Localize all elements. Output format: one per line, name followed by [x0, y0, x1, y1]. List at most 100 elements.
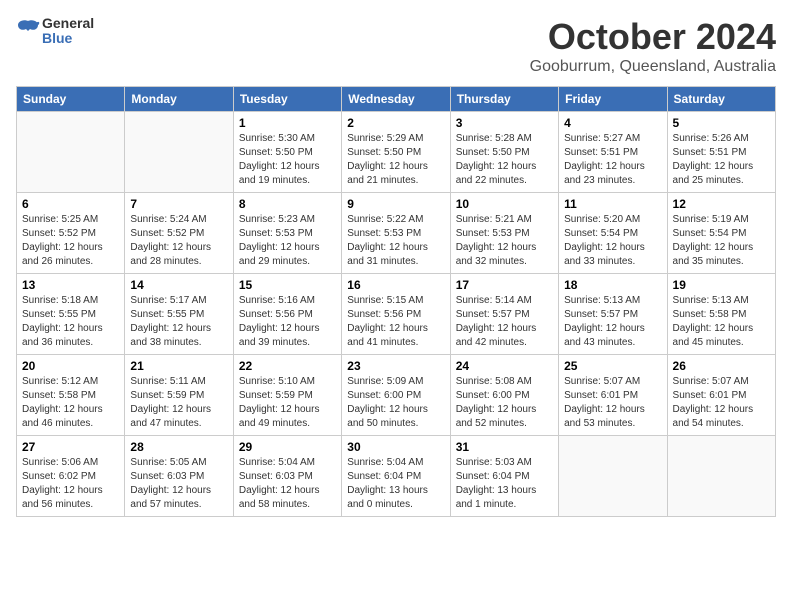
calendar-cell-w4-d0: 20 Sunrise: 5:12 AM Sunset: 5:58 PM Dayli… — [17, 355, 125, 436]
day-number: 27 — [22, 440, 119, 454]
calendar-cell-w1-d1 — [125, 112, 233, 193]
calendar-cell-w2-d4: 10 Sunrise: 5:21 AM Sunset: 5:53 PM Dayli… — [450, 193, 558, 274]
col-header-wednesday: Wednesday — [342, 87, 450, 112]
calendar-cell-w4-d6: 26Sunrise: 5:07 AM Sunset: 6:01 PM Dayli… — [667, 355, 775, 436]
month-title: October 2024 — [530, 16, 776, 58]
calendar-cell-w3-d4: 17Sunrise: 5:14 AM Sunset: 5:57 PM Dayli… — [450, 274, 558, 355]
day-detail: Sunrise: 5:15 AM Sunset: 5:56 PM Dayligh… — [347, 294, 444, 350]
day-detail: Sunrise: 5:18 AM Sunset: 5:55 PM Dayligh… — [22, 294, 119, 350]
calendar-cell-w4-d5: 25 Sunrise: 5:07 AM Sunset: 6:01 PM Dayli… — [559, 355, 667, 436]
calendar-cell-w1-d4: 3 Sunrise: 5:28 AM Sunset: 5:50 PM Daylig… — [450, 112, 558, 193]
col-header-tuesday: Tuesday — [233, 87, 341, 112]
day-detail: Sunrise: 5:04 AM Sunset: 6:03 PM Dayligh… — [239, 456, 336, 512]
calendar-cell-w2-d6: 12Sunrise: 5:19 AM Sunset: 5:54 PM Dayli… — [667, 193, 775, 274]
day-number: 14 — [130, 278, 227, 292]
day-detail: Sunrise: 5:05 AM Sunset: 6:03 PM Dayligh… — [130, 456, 227, 512]
day-number: 29 — [239, 440, 336, 454]
day-detail: Sunrise: 5:13 AM Sunset: 5:57 PM Dayligh… — [564, 294, 661, 350]
day-detail: Sunrise: 5:24 AM Sunset: 5:52 PM Dayligh… — [130, 213, 227, 269]
day-detail: Sunrise: 5:04 AM Sunset: 6:04 PM Dayligh… — [347, 456, 444, 512]
calendar-cell-w5-d6 — [667, 436, 775, 517]
day-number: 31 — [456, 440, 553, 454]
day-number: 10 — [456, 197, 553, 211]
calendar-cell-w4-d1: 21 Sunrise: 5:11 AM Sunset: 5:59 PM Dayli… — [125, 355, 233, 436]
day-number: 20 — [22, 359, 119, 373]
calendar-cell-w1-d0 — [17, 112, 125, 193]
day-detail: Sunrise: 5:08 AM Sunset: 6:00 PM Dayligh… — [456, 375, 553, 431]
day-number: 22 — [239, 359, 336, 373]
day-detail: Sunrise: 5:16 AM Sunset: 5:56 PM Dayligh… — [239, 294, 336, 350]
col-header-friday: Friday — [559, 87, 667, 112]
calendar-cell-w3-d5: 18 Sunrise: 5:13 AM Sunset: 5:57 PM Dayli… — [559, 274, 667, 355]
calendar-header-row: SundayMondayTuesdayWednesdayThursdayFrid… — [17, 87, 776, 112]
day-number: 4 — [564, 116, 661, 130]
calendar-cell-w1-d6: 5Sunrise: 5:26 AM Sunset: 5:51 PM Daylig… — [667, 112, 775, 193]
day-number: 18 — [564, 278, 661, 292]
calendar-cell-w2-d3: 9 Sunrise: 5:22 AM Sunset: 5:53 PM Daylig… — [342, 193, 450, 274]
day-number: 17 — [456, 278, 553, 292]
col-header-sunday: Sunday — [17, 87, 125, 112]
week-row-5: 27 Sunrise: 5:06 AM Sunset: 6:02 PM Dayli… — [17, 436, 776, 517]
calendar-cell-w3-d2: 15 Sunrise: 5:16 AM Sunset: 5:56 PM Dayli… — [233, 274, 341, 355]
day-detail: Sunrise: 5:28 AM Sunset: 5:50 PM Dayligh… — [456, 132, 553, 188]
day-detail: Sunrise: 5:06 AM Sunset: 6:02 PM Dayligh… — [22, 456, 119, 512]
calendar-table: SundayMondayTuesdayWednesdayThursdayFrid… — [16, 86, 776, 517]
day-detail: Sunrise: 5:07 AM Sunset: 6:01 PM Dayligh… — [673, 375, 770, 431]
day-number: 9 — [347, 197, 444, 211]
logo-general-text: General — [42, 16, 94, 31]
page-header: General Blue October 2024 Gooburrum, Que… — [16, 16, 776, 76]
calendar-cell-w2-d5: 11 Sunrise: 5:20 AM Sunset: 5:54 PM Dayli… — [559, 193, 667, 274]
calendar-cell-w3-d3: 16 Sunrise: 5:15 AM Sunset: 5:56 PM Dayli… — [342, 274, 450, 355]
calendar-cell-w3-d6: 19Sunrise: 5:13 AM Sunset: 5:58 PM Dayli… — [667, 274, 775, 355]
day-number: 23 — [347, 359, 444, 373]
day-detail: Sunrise: 5:09 AM Sunset: 6:00 PM Dayligh… — [347, 375, 444, 431]
day-detail: Sunrise: 5:27 AM Sunset: 5:51 PM Dayligh… — [564, 132, 661, 188]
col-header-monday: Monday — [125, 87, 233, 112]
day-detail: Sunrise: 5:19 AM Sunset: 5:54 PM Dayligh… — [673, 213, 770, 269]
day-detail: Sunrise: 5:03 AM Sunset: 6:04 PM Dayligh… — [456, 456, 553, 512]
calendar-cell-w5-d3: 30 Sunrise: 5:04 AM Sunset: 6:04 PM Dayli… — [342, 436, 450, 517]
logo-bird-icon — [16, 17, 40, 45]
week-row-1: 1Sunrise: 5:30 AM Sunset: 5:50 PM Daylig… — [17, 112, 776, 193]
calendar-cell-w5-d1: 28 Sunrise: 5:05 AM Sunset: 6:03 PM Dayli… — [125, 436, 233, 517]
calendar-cell-w1-d2: 1Sunrise: 5:30 AM Sunset: 5:50 PM Daylig… — [233, 112, 341, 193]
calendar-cell-w4-d3: 23 Sunrise: 5:09 AM Sunset: 6:00 PM Dayli… — [342, 355, 450, 436]
day-number: 2 — [347, 116, 444, 130]
day-number: 7 — [130, 197, 227, 211]
col-header-saturday: Saturday — [667, 87, 775, 112]
day-number: 25 — [564, 359, 661, 373]
calendar-cell-w1-d3: 2Sunrise: 5:29 AM Sunset: 5:50 PM Daylig… — [342, 112, 450, 193]
day-detail: Sunrise: 5:11 AM Sunset: 5:59 PM Dayligh… — [130, 375, 227, 431]
day-number: 21 — [130, 359, 227, 373]
day-number: 24 — [456, 359, 553, 373]
day-number: 16 — [347, 278, 444, 292]
day-number: 13 — [22, 278, 119, 292]
logo-blue-text: Blue — [42, 31, 94, 46]
day-detail: Sunrise: 5:20 AM Sunset: 5:54 PM Dayligh… — [564, 213, 661, 269]
day-detail: Sunrise: 5:12 AM Sunset: 5:58 PM Dayligh… — [22, 375, 119, 431]
calendar-cell-w5-d5 — [559, 436, 667, 517]
week-row-4: 20 Sunrise: 5:12 AM Sunset: 5:58 PM Dayli… — [17, 355, 776, 436]
day-number: 15 — [239, 278, 336, 292]
week-row-2: 6Sunrise: 5:25 AM Sunset: 5:52 PM Daylig… — [17, 193, 776, 274]
day-number: 3 — [456, 116, 553, 130]
day-number: 30 — [347, 440, 444, 454]
calendar-cell-w2-d2: 8 Sunrise: 5:23 AM Sunset: 5:53 PM Daylig… — [233, 193, 341, 274]
day-detail: Sunrise: 5:21 AM Sunset: 5:53 PM Dayligh… — [456, 213, 553, 269]
day-number: 8 — [239, 197, 336, 211]
col-header-thursday: Thursday — [450, 87, 558, 112]
day-number: 28 — [130, 440, 227, 454]
calendar-cell-w5-d2: 29 Sunrise: 5:04 AM Sunset: 6:03 PM Dayli… — [233, 436, 341, 517]
day-number: 11 — [564, 197, 661, 211]
day-number: 6 — [22, 197, 119, 211]
day-detail: Sunrise: 5:22 AM Sunset: 5:53 PM Dayligh… — [347, 213, 444, 269]
day-detail: Sunrise: 5:26 AM Sunset: 5:51 PM Dayligh… — [673, 132, 770, 188]
day-detail: Sunrise: 5:17 AM Sunset: 5:55 PM Dayligh… — [130, 294, 227, 350]
calendar-cell-w4-d2: 22Sunrise: 5:10 AM Sunset: 5:59 PM Dayli… — [233, 355, 341, 436]
day-detail: Sunrise: 5:07 AM Sunset: 6:01 PM Dayligh… — [564, 375, 661, 431]
logo: General Blue — [16, 16, 94, 47]
calendar-cell-w5-d4: 31 Sunrise: 5:03 AM Sunset: 6:04 PM Dayli… — [450, 436, 558, 517]
calendar-cell-w2-d0: 6Sunrise: 5:25 AM Sunset: 5:52 PM Daylig… — [17, 193, 125, 274]
day-detail: Sunrise: 5:23 AM Sunset: 5:53 PM Dayligh… — [239, 213, 336, 269]
day-detail: Sunrise: 5:30 AM Sunset: 5:50 PM Dayligh… — [239, 132, 336, 188]
